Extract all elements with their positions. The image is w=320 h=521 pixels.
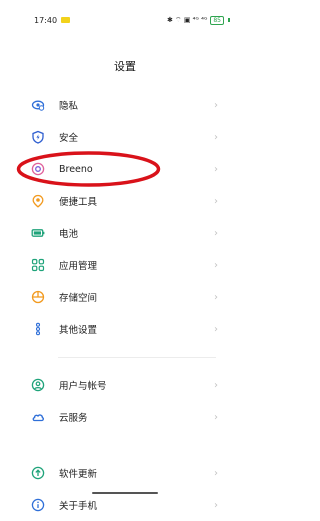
settings-item-label: 便捷工具 [59,197,98,208]
signal-icons: ✱ ⌔ ▣ ⁴ᴳ ⁴ᴳ [166,15,208,24]
about-phone-icon [31,498,45,512]
notification-icon [61,17,71,23]
section-gap [0,345,250,369]
settings-item-breeno[interactable]: Breeno › [0,153,250,185]
chevron-right-icon: › [214,291,218,303]
security-shield-icon [31,130,45,144]
settings-item-convenience-tools[interactable]: 便捷工具 › [0,185,250,217]
settings-item-label: 电池 [59,229,79,240]
chevron-right-icon: › [214,131,218,143]
app-management-icon [31,258,45,272]
privacy-icon [31,98,45,112]
page-title: 设置 [114,60,136,73]
settings-item-user-accounts[interactable]: 用户与帐号 › [0,369,250,401]
settings-item-software-update[interactable]: 软件更新 › [0,457,250,489]
battery-icon [31,226,45,240]
chevron-right-icon: › [214,195,218,207]
other-settings-icon [31,322,45,336]
divider [58,357,216,358]
settings-item-storage[interactable]: 存储空间 › [0,281,250,313]
status-left: 17:40 [34,15,71,25]
chevron-right-icon: › [214,323,218,335]
convenience-tools-icon [31,194,45,208]
settings-item-label: 关于手机 [59,501,98,512]
user-accounts-icon [31,378,45,392]
home-indicator[interactable] [92,492,158,494]
settings-item-label: 安全 [59,133,79,144]
settings-item-label: 隐私 [59,101,79,112]
settings-item-cloud[interactable]: 云服务 › [0,401,250,433]
settings-item-label: 软件更新 [59,469,98,480]
chevron-right-icon: › [214,499,218,511]
settings-item-label: 其他设置 [59,325,98,336]
settings-item-other-settings[interactable]: 其他设置 › [0,313,250,345]
settings-item-app-management[interactable]: 应用管理 › [0,249,250,281]
chevron-right-icon: › [214,467,218,479]
settings-list: 隐私 › 安全 › Breeno › 便捷工具 › 电池 › 应用管理 › 存储… [0,89,250,521]
settings-item-security[interactable]: 安全 › [0,121,250,153]
chevron-right-icon: › [214,259,218,271]
settings-item-label: 存储空间 [59,293,98,304]
battery-indicator-icon: 85 [210,15,224,25]
settings-item-privacy[interactable]: 隐私 › [0,89,250,121]
chevron-right-icon: › [214,379,218,391]
cloud-icon [31,410,45,424]
chevron-right-icon: › [214,411,218,423]
settings-item-battery[interactable]: 电池 › [0,217,250,249]
storage-icon [31,290,45,304]
breeno-icon [31,162,45,176]
status-right: ✱ ⌔ ▣ ⁴ᴳ ⁴ᴳ 85 [166,15,230,25]
status-time: 17:40 [34,15,58,25]
status-bar: 17:40 ✱ ⌔ ▣ ⁴ᴳ ⁴ᴳ 85 [0,0,250,40]
settings-item-label: Breeno [59,163,93,175]
chevron-right-icon: › [214,227,218,239]
settings-item-label: 用户与帐号 [59,381,107,392]
battery-cap [228,18,230,22]
settings-item-label: 云服务 [59,413,88,424]
chevron-right-icon: › [214,99,218,111]
settings-item-label: 应用管理 [59,261,98,272]
chevron-right-icon: › [214,163,218,175]
software-update-icon [31,466,45,480]
battery-level: 85 [213,16,221,24]
